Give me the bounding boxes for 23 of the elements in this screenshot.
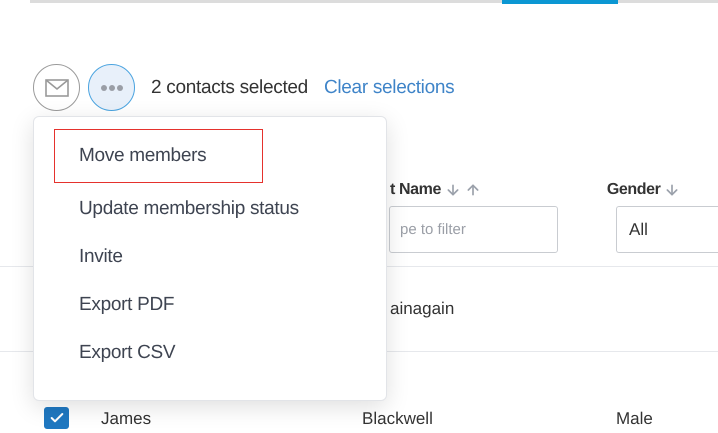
filter-field[interactable]: pe to filter [389, 206, 558, 253]
menu-item[interactable]: Export PDF [34, 281, 386, 329]
email-button[interactable] [33, 64, 80, 111]
menu-item[interactable]: Export CSV [34, 329, 386, 377]
row-checkbox[interactable] [44, 407, 69, 429]
menu-item[interactable]: Invite [34, 233, 386, 281]
gender-select[interactable]: All [616, 206, 718, 253]
column-header[interactable]: Gender [606, 181, 660, 199]
sort-down-icon[interactable] [444, 182, 461, 198]
table-cell-text: Male [616, 409, 654, 429]
clear-selections-link[interactable]: Clear selections [324, 76, 454, 98]
selection-count: 2 contacts selected [151, 76, 308, 98]
table-cell-text: Blackwell [362, 409, 434, 429]
sort-up-icon[interactable] [464, 182, 481, 198]
more-button[interactable] [88, 64, 135, 111]
column-header[interactable]: t Name [390, 181, 441, 199]
menu-item[interactable]: Move members [55, 130, 262, 182]
sort-down-icon[interactable] [664, 182, 680, 198]
menu-item[interactable]: Update membership status [34, 185, 386, 233]
table-cell-text: James [101, 409, 152, 429]
table-cell-text: ainagain [390, 299, 456, 319]
envelope-icon [44, 78, 68, 96]
more-icon [100, 84, 124, 92]
